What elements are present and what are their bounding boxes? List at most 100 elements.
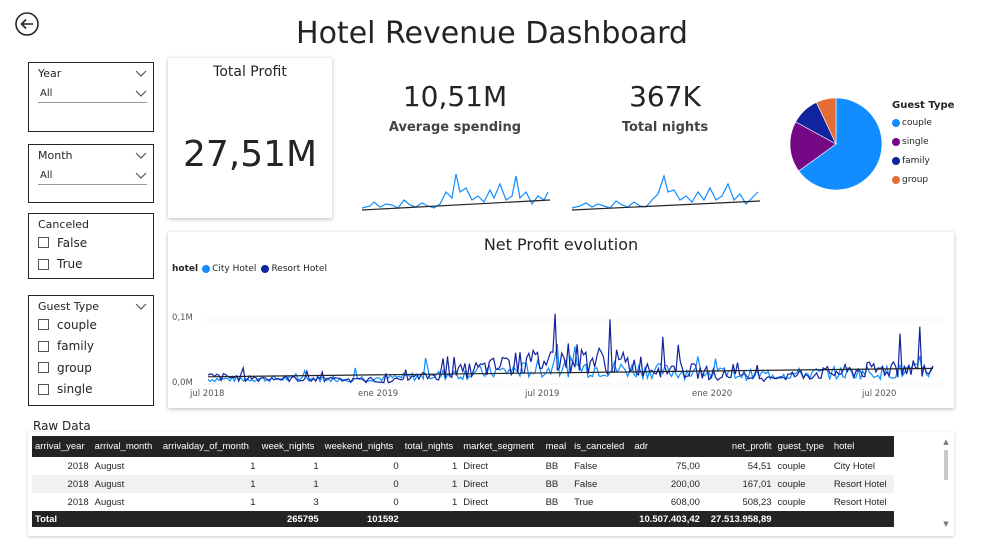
column-header[interactable]: hotel <box>830 436 894 457</box>
total-cell <box>91 511 160 527</box>
canceled-option-true[interactable]: True <box>29 254 153 276</box>
x-tick-label: ene 2020 <box>692 389 733 399</box>
guest-type-slicer: Guest Type couple family group single <box>28 295 154 406</box>
sparkline-series <box>571 173 759 209</box>
checkbox[interactable] <box>38 362 49 374</box>
total-nights-sparkline <box>571 173 761 211</box>
table-cell: 0 <box>393 496 399 508</box>
chevron-down-icon[interactable] <box>135 303 147 311</box>
year-slicer-label: Year <box>38 67 62 80</box>
average-spending-label: Average spending <box>388 120 522 135</box>
table-cell: BB <box>542 475 572 493</box>
total-cell: Total <box>32 511 92 527</box>
column-header[interactable]: net_profit <box>702 436 775 457</box>
table-cell: True <box>574 496 594 508</box>
table-cell: 2018 <box>67 496 89 508</box>
guest-option-family[interactable]: family <box>29 336 153 358</box>
total-cell <box>159 511 259 527</box>
month-dropdown-value: All <box>40 170 53 181</box>
scrollbar-thumb[interactable] <box>944 450 948 480</box>
guest-option-group[interactable]: group <box>29 357 153 379</box>
guest-type-slicer-label: Guest Type <box>38 300 100 313</box>
checkbox[interactable] <box>38 319 49 331</box>
vertical-scrollbar[interactable]: ▲ ▼ <box>942 438 950 530</box>
page-title: Hotel Revenue Dashboard <box>296 16 688 51</box>
column-header[interactable]: arrival_month <box>91 436 160 457</box>
table-cell: 1 <box>159 475 259 493</box>
table-cell: False <box>574 460 598 472</box>
scroll-up-icon[interactable]: ▲ <box>942 438 950 446</box>
legend-marker <box>261 265 270 273</box>
chevron-down-icon <box>135 172 147 179</box>
year-dropdown[interactable]: All <box>38 85 147 103</box>
table-cell: 1 <box>313 460 319 472</box>
legend-item-single[interactable]: single <box>892 132 954 151</box>
x-tick-label: jul 2019 <box>525 389 560 399</box>
legend-item-group[interactable]: group <box>892 170 954 189</box>
average-spending-sparkline <box>361 173 551 211</box>
column-header[interactable]: arrivalday_of_month <box>159 436 259 457</box>
raw-data-table: arrival_year arrival_month arrivalday_of… <box>32 436 894 527</box>
table-cell: 200,00 <box>631 475 703 493</box>
chart-legend: hotel City Hotel Resort Hotel <box>172 264 327 274</box>
total-cell <box>571 511 632 527</box>
column-header[interactable]: total_nights <box>401 436 461 457</box>
table-cell: August <box>94 496 125 508</box>
table-row[interactable]: 2018 August 1 3 0 1 Direct BB True 608,00 508,23 co… <box>32 493 894 511</box>
column-header[interactable]: weekend_nights <box>321 436 402 457</box>
checkbox[interactable] <box>38 383 49 395</box>
table-cell: Resort Hotel <box>833 496 887 508</box>
average-spending-value: 10,51M <box>402 80 508 113</box>
chevron-down-icon[interactable] <box>135 70 147 78</box>
checkbox[interactable] <box>38 237 49 249</box>
column-header[interactable]: market_segment <box>460 436 543 457</box>
checkbox[interactable] <box>38 258 49 270</box>
scroll-down-icon[interactable]: ▼ <box>942 520 950 528</box>
table-cell: 167,01 <box>702 475 775 493</box>
total-nights-value: 367K <box>629 80 701 113</box>
legend-marker <box>892 156 900 165</box>
legend-title: hotel <box>172 264 199 274</box>
table-cell: 0 <box>393 460 399 472</box>
sparkline-trend <box>571 200 761 211</box>
table-row[interactable]: 2018 August 1 1 0 1 Direct BB False 200,00 167,01 c… <box>32 475 894 493</box>
table-cell: August <box>94 460 125 472</box>
column-header[interactable]: meal <box>542 436 572 457</box>
column-header[interactable]: adr <box>631 436 703 457</box>
chevron-down-icon[interactable] <box>135 152 147 160</box>
column-header[interactable]: week_nights <box>258 436 322 457</box>
legend-item-couple[interactable]: couple <box>892 113 954 132</box>
table-cell: Direct <box>463 460 489 472</box>
table-cell: couple <box>774 475 831 493</box>
month-slicer-label: Month <box>38 149 73 162</box>
column-header[interactable]: is_canceled <box>571 436 632 457</box>
y-tick-label: 0,1M <box>172 313 193 323</box>
year-dropdown-value: All <box>40 88 53 99</box>
total-cell <box>542 511 572 527</box>
table-cell: 2018 <box>67 460 89 472</box>
table-cell: 1 <box>250 496 256 508</box>
table-cell: 1 <box>250 460 256 472</box>
table-cell: BB <box>545 496 559 508</box>
net-profit-evolution-card: Net Profit evolution hotel City Hotel Re… <box>168 232 954 408</box>
table-cell: couple <box>777 460 806 472</box>
guest-option-single[interactable]: single <box>29 379 153 401</box>
canceled-option-false[interactable]: False <box>29 232 153 254</box>
net-profit-line-chart <box>204 313 944 385</box>
legend-item-family[interactable]: family <box>892 151 954 170</box>
total-cell <box>460 511 543 527</box>
table-cell: 1 <box>258 475 322 493</box>
legend-item-resort-hotel[interactable]: Resort Hotel <box>271 264 327 274</box>
column-header[interactable]: arrival_year <box>32 436 92 457</box>
checkbox[interactable] <box>38 340 49 352</box>
legend-item-city-hotel[interactable]: City Hotel <box>212 264 256 274</box>
month-dropdown[interactable]: All <box>38 167 147 185</box>
guest-type-legend: Guest Type couple single family group <box>892 100 954 189</box>
guest-option-couple[interactable]: couple <box>29 314 153 336</box>
table-cell: 75,00 <box>676 460 700 472</box>
raw-data-title: Raw Data <box>33 419 91 433</box>
column-header[interactable]: guest_type <box>774 436 831 457</box>
total-cell: 101592 <box>321 511 402 527</box>
table-row[interactable]: 2018 August 1 1 0 1 Direct BB False 75,00 54,51 cou… <box>32 457 894 475</box>
table-cell: 1 <box>451 496 458 508</box>
